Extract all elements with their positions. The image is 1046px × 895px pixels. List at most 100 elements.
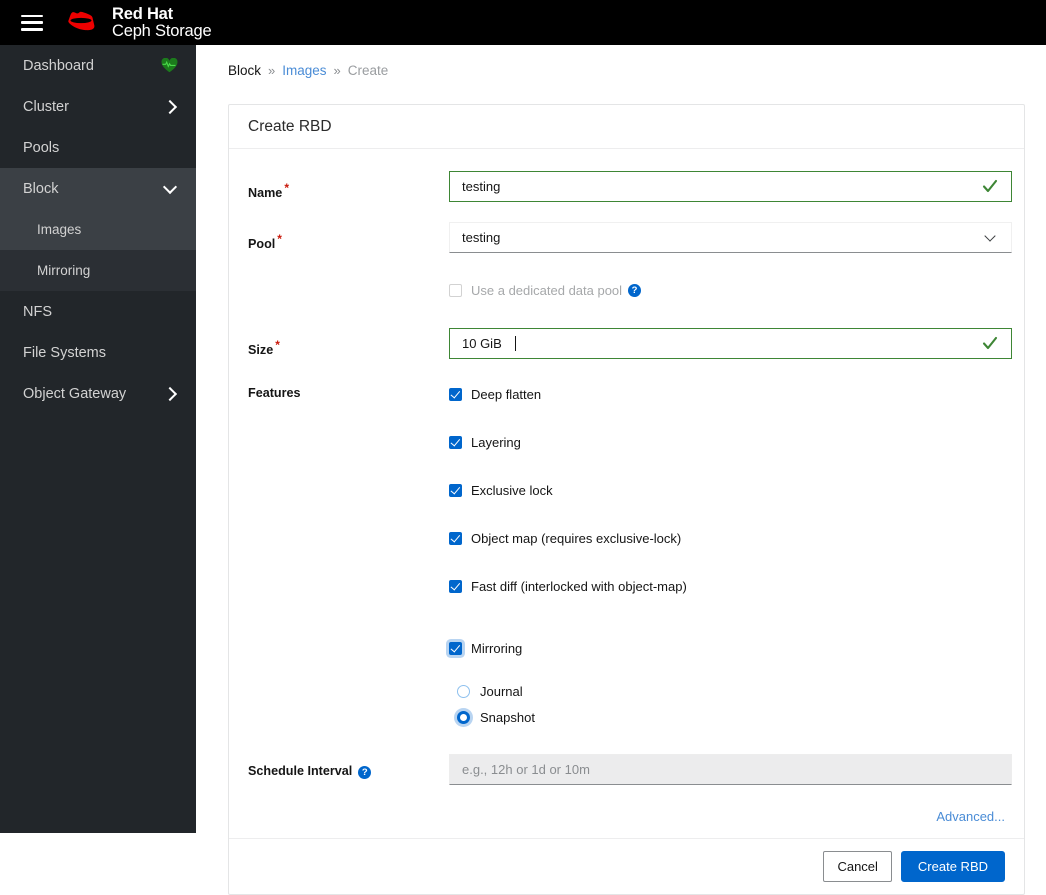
chevron-down-icon — [162, 179, 178, 194]
pool-label: Pool * — [248, 222, 449, 252]
deep-flatten-label: Deep flatten — [471, 386, 542, 402]
create-rbd-card: Create RBD Name* Pool* — [228, 104, 1025, 895]
dedicated-pool-checkbox[interactable] — [449, 283, 462, 297]
sidebar-item-pools[interactable]: Pools — [0, 127, 196, 168]
size-label: Size * — [248, 328, 449, 358]
sidebar-item-label: Cluster — [23, 98, 69, 115]
brand-line-2: Ceph Storage — [112, 21, 212, 40]
feature-row-object-map[interactable]: Object map (requires exclusive-lock) — [449, 527, 1005, 549]
fast-diff-label: Fast diff (interlocked with object-map) — [471, 578, 687, 594]
sidebar-item-block[interactable]: Block — [0, 168, 196, 209]
breadcrumb-root: Block — [228, 63, 262, 78]
snapshot-radio[interactable] — [457, 710, 470, 724]
check-icon — [982, 179, 998, 193]
sidebar-item-file-systems[interactable]: File Systems — [0, 332, 196, 373]
sidebar-item-label: NFS — [23, 303, 52, 320]
help-icon[interactable]: ? — [628, 283, 642, 297]
object-map-checkbox[interactable] — [449, 531, 462, 545]
cancel-button[interactable]: Cancel — [823, 851, 892, 882]
sidebar-item-nfs[interactable]: NFS — [0, 291, 196, 332]
breadcrumb-current: Create — [347, 63, 389, 78]
sidebar-nav: Dashboard Cluster Pools Block Images Mir… — [0, 45, 196, 833]
journal-radio[interactable] — [457, 684, 470, 698]
create-rbd-button[interactable]: Create RBD — [900, 851, 1005, 882]
feature-row-deep-flatten[interactable]: Deep flatten — [449, 383, 1005, 405]
sidebar-item-cluster[interactable]: Cluster — [0, 86, 196, 127]
features-label: Features — [248, 386, 301, 400]
help-icon[interactable]: ? — [358, 766, 372, 780]
size-input[interactable] — [449, 328, 1012, 359]
mirroring-label: Mirroring — [471, 640, 523, 656]
pool-select[interactable]: testing — [449, 222, 1012, 253]
advanced-link[interactable]: Advanced... — [936, 809, 1005, 824]
layering-checkbox[interactable] — [449, 435, 462, 449]
sidebar-item-images[interactable]: Images — [0, 209, 196, 250]
sidebar-item-label: Dashboard — [23, 57, 94, 74]
sidebar-item-dashboard[interactable]: Dashboard — [0, 45, 196, 86]
form-row-name: Name * — [248, 171, 1012, 202]
card-title: Create RBD — [229, 105, 1024, 149]
sidebar-item-label: File Systems — [23, 344, 106, 361]
brand-logo[interactable]: Red Hat Ceph Storage — [57, 4, 212, 40]
schedule-interval-label-text: Schedule Interval — [248, 764, 353, 778]
dedicated-pool-row[interactable]: Use a dedicated data pool ? — [449, 279, 1005, 301]
object-map-label: Object map (requires exclusive-lock) — [471, 530, 682, 546]
fast-diff-checkbox[interactable] — [449, 579, 462, 593]
sidebar-item-label: Images — [37, 222, 82, 237]
snapshot-label: Snapshot — [480, 709, 535, 725]
dedicated-pool-label: Use a dedicated data pool — [471, 282, 623, 298]
create-rbd-form: Name* Pool* testing — [229, 149, 1024, 838]
feature-row-fast-diff[interactable]: Fast diff (interlocked with object-map) — [449, 575, 1005, 597]
schedule-interval-label: Schedule Interval? — [248, 754, 449, 780]
name-input[interactable] — [449, 171, 1012, 202]
sidebar-item-label: Mirroring — [37, 263, 91, 278]
sidebar-item-label: Block — [23, 180, 59, 197]
breadcrumb-separator-icon: » — [268, 63, 276, 78]
card-footer: Cancel Create RBD — [229, 838, 1024, 894]
text-caret — [515, 336, 516, 351]
mirroring-row[interactable]: Mirroring — [449, 637, 1005, 659]
required-marker: * — [275, 338, 280, 352]
heartbeat-icon — [161, 58, 178, 73]
mirroring-mode-journal[interactable]: Journal — [457, 680, 1005, 702]
feature-row-exclusive-lock[interactable]: Exclusive lock — [449, 479, 1005, 501]
red-hat-logo-icon — [68, 11, 95, 30]
sidebar-item-label: Object Gateway — [23, 385, 127, 402]
breadcrumb-separator-icon: » — [333, 63, 341, 78]
mirroring-checkbox[interactable] — [449, 641, 462, 655]
required-marker: * — [277, 232, 282, 246]
form-row-dedicated-pool: Use a dedicated data pool ? — [248, 279, 1005, 301]
sidebar-item-mirroring[interactable]: Mirroring — [0, 250, 196, 291]
form-row-size: Size * — [248, 328, 1012, 359]
form-row-features: Features Deep flatten Layering Exclusive… — [248, 383, 1005, 732]
journal-label: Journal — [480, 683, 523, 699]
layering-label: Layering — [471, 434, 521, 450]
breadcrumb-link-images[interactable]: Images — [282, 63, 326, 78]
chevron-down-icon — [984, 229, 996, 242]
sidebar-item-object-gateway[interactable]: Object Gateway — [0, 373, 196, 414]
exclusive-lock-checkbox[interactable] — [449, 483, 462, 497]
schedule-interval-input[interactable] — [449, 754, 1012, 785]
chevron-right-icon — [162, 386, 178, 401]
dedicated-pool-label-slot — [248, 279, 449, 289]
brand-line-1: Red Hat — [112, 4, 173, 23]
pool-select-value: testing — [462, 230, 501, 245]
chevron-right-icon — [162, 99, 178, 114]
advanced-row: Advanced... — [248, 809, 1005, 824]
name-label: Name * — [248, 171, 449, 201]
feature-row-layering[interactable]: Layering — [449, 431, 1005, 453]
mirroring-mode-snapshot[interactable]: Snapshot — [457, 706, 1005, 728]
deep-flatten-checkbox[interactable] — [449, 387, 462, 401]
form-row-schedule-interval: Schedule Interval? — [248, 754, 1012, 785]
hamburger-icon[interactable] — [21, 14, 43, 31]
sidebar-item-label: Pools — [23, 139, 60, 156]
